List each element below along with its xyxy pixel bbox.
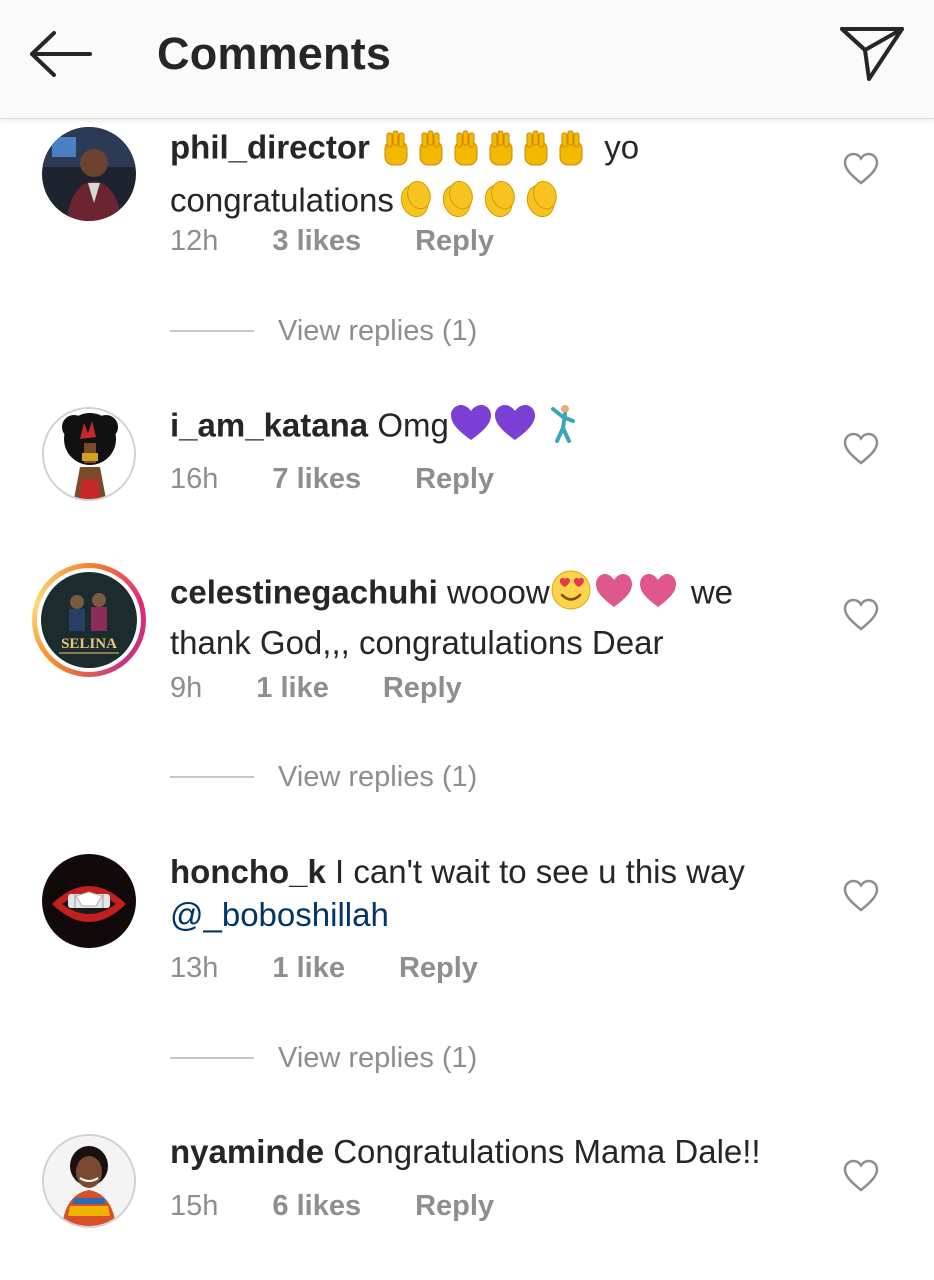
avatar-story-ring[interactable]: SELINA bbox=[32, 563, 146, 677]
avatar[interactable] bbox=[42, 854, 136, 948]
avatar-label: SELINA bbox=[61, 636, 117, 652]
comment-body: yo bbox=[604, 128, 640, 166]
comment-username[interactable]: phil_director bbox=[170, 129, 370, 166]
heart-icon[interactable] bbox=[843, 879, 879, 913]
avatar: SELINA bbox=[41, 572, 137, 668]
reply-button[interactable]: Reply bbox=[399, 952, 478, 985]
heart-eyes-emoji bbox=[550, 569, 682, 621]
comment-body: I can't wait to see u this way bbox=[335, 853, 745, 890]
comment-timestamp: 12h bbox=[170, 225, 219, 257]
heart-icon[interactable] bbox=[843, 432, 879, 466]
view-replies-button[interactable]: View replies (1) bbox=[170, 311, 477, 351]
comment-meta: 12h 3 likes Reply bbox=[170, 225, 494, 258]
reply-button[interactable]: Reply bbox=[383, 672, 462, 705]
divider-line bbox=[170, 1057, 254, 1059]
likes-count[interactable]: 1 like bbox=[272, 952, 345, 985]
reply-button[interactable]: Reply bbox=[415, 1190, 494, 1223]
comment-username[interactable]: nyaminde bbox=[170, 1133, 324, 1170]
reply-button[interactable]: Reply bbox=[415, 463, 494, 496]
comment-body: wooow bbox=[446, 573, 550, 611]
arrow-left-icon bbox=[30, 31, 92, 77]
divider-line bbox=[170, 776, 254, 778]
reply-button[interactable]: Reply bbox=[415, 225, 494, 258]
likes-count[interactable]: 3 likes bbox=[272, 225, 361, 258]
comment-text: i_am_katana Omg bbox=[170, 403, 810, 453]
comments-header: Comments bbox=[0, 0, 934, 119]
likes-count[interactable]: 1 like bbox=[256, 672, 329, 705]
view-replies-label: View replies (1) bbox=[278, 760, 478, 793]
heart-icon[interactable] bbox=[843, 598, 879, 632]
divider-line bbox=[170, 330, 254, 332]
likes-count[interactable]: 7 likes bbox=[272, 463, 361, 496]
comment-text: nyaminde Congratulations Mama Dale!! bbox=[170, 1130, 810, 1173]
heart-icon[interactable] bbox=[843, 1159, 879, 1193]
view-replies-button[interactable]: View replies (1) bbox=[170, 1038, 477, 1078]
comment-body: thank God,,, congratulations Dear bbox=[170, 624, 664, 661]
comment-meta: 16h 7 likes Reply bbox=[170, 463, 494, 496]
comment-timestamp: 9h bbox=[170, 672, 203, 704]
share-button[interactable] bbox=[836, 20, 908, 86]
comment-timestamp: 13h bbox=[170, 952, 219, 984]
heart-icon[interactable] bbox=[843, 152, 879, 186]
back-button[interactable] bbox=[22, 24, 98, 84]
view-replies-label: View replies (1) bbox=[278, 1041, 478, 1074]
likes-count[interactable]: 6 likes bbox=[272, 1190, 361, 1223]
mention-link[interactable]: @_boboshillah bbox=[170, 896, 389, 933]
clapping-hands-emoji bbox=[394, 177, 566, 229]
comment-text: phil_director yo congratulations bbox=[170, 123, 810, 229]
raised-hands-emoji bbox=[379, 123, 595, 177]
avatar[interactable] bbox=[42, 127, 136, 221]
page-title: Comments bbox=[157, 28, 392, 79]
view-replies-label: View replies (1) bbox=[278, 314, 478, 347]
comment-text: honcho_k I can't wait to see u this way … bbox=[170, 850, 810, 936]
comment-username[interactable]: honcho_k bbox=[170, 853, 326, 890]
comment-meta: 15h 6 likes Reply bbox=[170, 1190, 494, 1223]
avatar[interactable] bbox=[42, 1134, 136, 1228]
comment-body: Congratulations Mama Dale!! bbox=[333, 1133, 761, 1170]
comment-body: we bbox=[690, 573, 734, 611]
comment-body: Omg bbox=[377, 406, 449, 444]
comment-meta: 13h 1 like Reply bbox=[170, 952, 478, 985]
view-replies-button[interactable]: View replies (1) bbox=[170, 757, 477, 797]
comment-text: celestinegachuhi wooow we thank God,,, c… bbox=[170, 569, 810, 664]
comment-username[interactable]: celestinegachuhi bbox=[170, 574, 438, 611]
comment-body: congratulations bbox=[170, 181, 394, 219]
comment-timestamp: 16h bbox=[170, 463, 219, 495]
avatar-inner: SELINA bbox=[37, 568, 141, 672]
avatar[interactable] bbox=[42, 407, 136, 501]
comment-timestamp: 15h bbox=[170, 1190, 219, 1222]
comment-meta: 9h 1 like Reply bbox=[170, 672, 462, 705]
comment-username[interactable]: i_am_katana bbox=[170, 407, 368, 444]
paper-plane-icon bbox=[840, 27, 904, 81]
purple-heart-emoji bbox=[449, 403, 583, 453]
